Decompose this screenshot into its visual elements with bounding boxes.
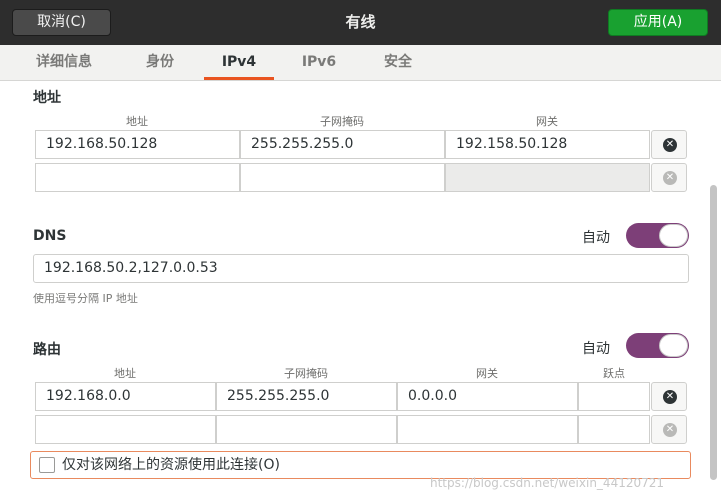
close-circle-icon: ✕ [663,138,677,152]
netmask-input-empty[interactable] [240,163,445,192]
routes-col-gateway: 网关 [476,367,498,380]
switch-knob [659,334,688,357]
only-local-resources-checkbox[interactable] [39,457,55,473]
route-address-input-empty[interactable] [35,415,216,444]
dns-section-title: DNS [33,228,67,244]
routes-auto-label: 自动 [582,341,610,357]
tab-identity[interactable]: 身份 [130,45,190,80]
address-col-gateway: 网关 [536,115,558,128]
route-metric-input[interactable] [578,382,650,411]
routes-section-title: 路由 [33,342,61,358]
route-gateway-input[interactable]: 0.0.0.0 [397,382,578,411]
apply-button[interactable]: 应用(A) [608,9,708,36]
address-col-netmask: 子网掩码 [320,115,364,128]
route-netmask-input-empty[interactable] [216,415,397,444]
scrollbar-thumb[interactable] [710,185,717,480]
delete-empty-route-row-button[interactable]: ✕ [651,415,687,444]
switch-knob [659,224,688,247]
watermark-text: https://blog.csdn.net/weixin_44120721 [430,476,665,490]
tab-ipv6[interactable]: IPv6 [288,45,350,80]
close-circle-icon: ✕ [663,423,677,437]
close-circle-icon: ✕ [663,171,677,185]
routes-col-netmask: 子网掩码 [284,367,328,380]
only-local-resources-label[interactable]: 仅对该网络上的资源使用此连接(O) [62,452,280,478]
dns-auto-switch[interactable] [626,223,689,248]
header-bar: 有线 取消(C) 应用(A) [0,0,721,45]
route-metric-input-empty[interactable] [578,415,650,444]
gateway-input[interactable]: 192.158.50.128 [445,130,650,159]
delete-empty-address-row-button[interactable]: ✕ [651,163,687,192]
route-address-input[interactable]: 192.168.0.0 [35,382,216,411]
delete-route-row-button[interactable]: ✕ [651,382,687,411]
routes-auto-switch[interactable] [626,333,689,358]
route-gateway-input-empty[interactable] [397,415,578,444]
dns-servers-input[interactable]: 192.168.50.2,127.0.0.53 [33,254,689,283]
address-col-address: 地址 [126,115,148,128]
routes-col-metric: 跃点 [603,367,625,380]
netmask-input[interactable]: 255.255.255.0 [240,130,445,159]
route-netmask-input[interactable]: 255.255.255.0 [216,382,397,411]
cancel-button[interactable]: 取消(C) [12,9,111,36]
tab-details[interactable]: 详细信息 [20,45,108,80]
only-local-resources-option[interactable]: 仅对该网络上的资源使用此连接(O) [30,451,691,479]
gateway-input-empty[interactable] [445,163,650,192]
address-input-empty[interactable] [35,163,240,192]
dns-hint: 使用逗号分隔 IP 地址 [33,292,138,305]
close-circle-icon: ✕ [663,390,677,404]
delete-address-row-button[interactable]: ✕ [651,130,687,159]
routes-col-address: 地址 [114,367,136,380]
dns-auto-label: 自动 [582,230,610,246]
tab-ipv4[interactable]: IPv4 [204,45,274,80]
tab-security[interactable]: 安全 [368,45,428,80]
tab-bar: 详细信息 身份 IPv4 IPv6 安全 [0,45,721,81]
address-section-title: 地址 [33,90,61,106]
address-input[interactable]: 192.168.50.128 [35,130,240,159]
